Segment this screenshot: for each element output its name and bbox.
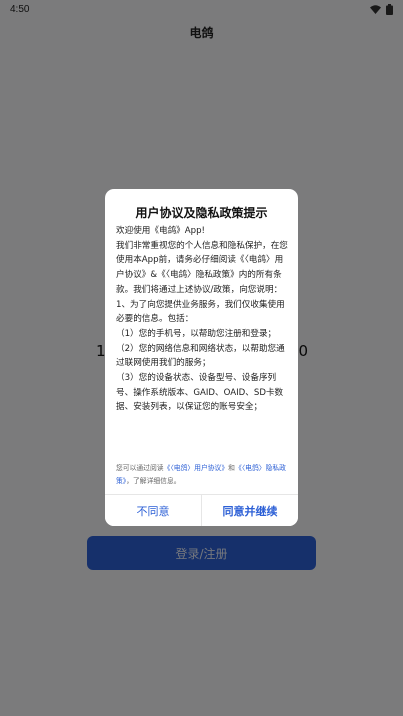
dialog-paragraph: 我们非常重视您的个人信息和隐私保护，在您使用本App前，请务必仔细阅读《〈电鸽〉…: [116, 240, 288, 295]
dialog-paragraph: （3）您的设备状态、设备型号、设备序列号、操作系统版本、GAID、OAID、SD…: [116, 373, 284, 413]
dialog-footer-note: 您可以通过阅读《〈电鸽〉用户协议》和《〈电鸽〉隐私政策》，了解详细信息。: [116, 462, 291, 488]
agree-continue-button[interactable]: 同意并继续: [201, 495, 298, 526]
footer-and: 和: [228, 464, 235, 472]
footer-suffix: ，了解详细信息。: [126, 477, 181, 485]
dialog-paragraph: 欢迎使用《电鸽》App!: [116, 226, 205, 236]
dialog-actions: 不同意 同意并继续: [105, 494, 298, 526]
footer-prefix: 您可以通过阅读: [116, 464, 164, 472]
dialog-title: 用户协议及隐私政策提示: [135, 206, 268, 220]
disagree-button[interactable]: 不同意: [105, 495, 201, 526]
dialog-paragraph: 1、为了向您提供业务服务，我们仅收集使用必要的信息。包括：: [116, 299, 285, 325]
user-agreement-link[interactable]: 《〈电鸽〉用户协议》: [164, 464, 229, 472]
dialog-paragraph: （2）您的网络信息和网络状态，以帮助您通过联网使用我们的服务；: [116, 343, 285, 369]
dialog-paragraph: （1）您的手机号，以帮助您注册和登录；: [116, 328, 277, 339]
dialog-content[interactable]: 欢迎使用《电鸽》App! 我们非常重视您的个人信息和隐私保护，在您使用本App前…: [116, 224, 291, 450]
privacy-dialog: 用户协议及隐私政策提示 欢迎使用《电鸽》App! 我们非常重视您的个人信息和隐私…: [105, 189, 298, 526]
